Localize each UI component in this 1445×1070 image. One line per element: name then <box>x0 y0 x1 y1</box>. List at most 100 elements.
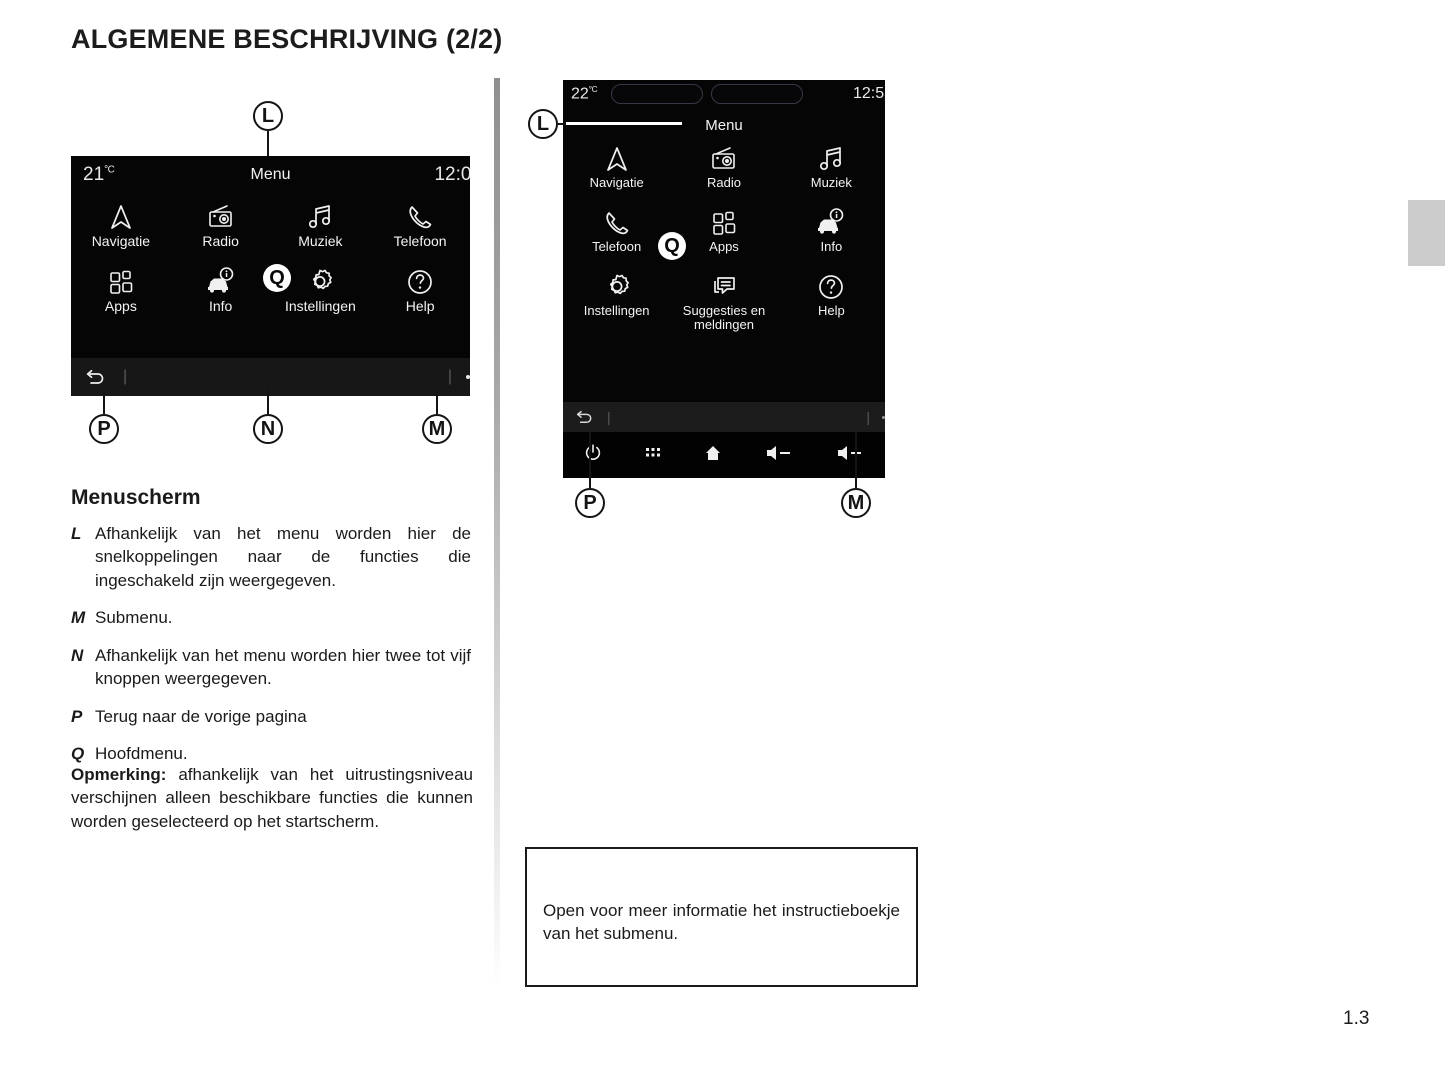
callout-p-screen2-leader <box>589 432 591 488</box>
apps-grid-icon <box>104 265 138 299</box>
note-box: Open voor meer informatie het instructie… <box>525 847 918 987</box>
status-widget-pill-2[interactable] <box>711 84 804 104</box>
menu-tile-navigatie[interactable]: Navigatie <box>563 142 670 190</box>
callout-p-screen1-leader <box>103 388 105 414</box>
phone-icon <box>600 206 634 240</box>
callout-l-screen1: L <box>253 101 283 131</box>
callout-q-screen1: Q <box>263 264 291 292</box>
question-help-icon <box>403 265 437 299</box>
screen2-soft-bar: | | <box>563 402 885 432</box>
car-info-icon <box>814 206 848 240</box>
legend-key: P <box>71 706 83 726</box>
legend-item-l: L Afhankelijk van het menu worden hier d… <box>71 522 471 592</box>
gear-icon <box>303 265 337 299</box>
legend-item-m: M Submenu. <box>71 606 471 629</box>
phone-icon <box>403 200 437 234</box>
infotainment-screen-2[interactable]: 22°C 12:55 Menu Navigatie Radio <box>563 80 885 478</box>
screen2-temperature: 22°C <box>571 84 598 103</box>
menu-tile-radio[interactable]: Radio <box>670 142 777 190</box>
remark-paragraph: Opmerking: afhankelijk van het uitrustin… <box>71 763 473 833</box>
menu-tile-label: Muziek <box>298 233 343 249</box>
note-box-text: Open voor meer informatie het instructie… <box>543 901 900 944</box>
menu-tile-info[interactable]: Info <box>171 265 271 314</box>
gear-icon <box>600 270 634 304</box>
callout-l-screen2-leader <box>566 122 682 125</box>
menu-tile-muziek[interactable]: Muziek <box>778 142 885 190</box>
apps-dots-icon[interactable] <box>644 444 662 467</box>
callout-l-screen1-leader <box>267 131 269 156</box>
menu-tile-apps[interactable]: Apps <box>71 265 171 314</box>
status-widget-pill-1[interactable] <box>611 84 704 104</box>
menu-tile-apps[interactable]: Apps <box>670 206 777 254</box>
more-dots-icon[interactable] <box>882 415 885 419</box>
legend-text: Afhankelijk van het menu worden hier de … <box>95 524 471 590</box>
legend-key: L <box>71 524 82 543</box>
menu-tile-label: Info <box>208 298 233 315</box>
menu-tile-suggesties-en-meldingen[interactable]: Suggesties en meldingen <box>670 270 777 332</box>
callout-m-screen2: M <box>841 488 871 518</box>
legend-text: Submenu. <box>95 608 173 628</box>
callout-m-screen2-leader <box>855 432 857 488</box>
menu-tile-label: Suggesties en meldingen <box>682 303 766 333</box>
menu-tile-radio[interactable]: Radio <box>171 200 271 249</box>
callout-p-screen1: P <box>89 414 119 444</box>
softbar-separator-right: | <box>447 368 452 385</box>
menu-tile-label: Apps <box>709 239 739 255</box>
volume-down-icon[interactable] <box>764 444 794 467</box>
menu-tile-label: Apps <box>104 298 137 315</box>
car-info-icon <box>204 265 238 299</box>
menu-tile-label: Help <box>405 298 435 315</box>
more-dots-icon[interactable] <box>466 375 470 379</box>
column-divider <box>494 78 500 990</box>
legend-list: L Afhankelijk van het menu worden hier d… <box>71 522 471 780</box>
suggestions-icon <box>707 270 741 304</box>
callout-m-screen1-leader <box>436 388 438 414</box>
home-icon[interactable] <box>703 443 723 468</box>
music-note-icon <box>814 142 848 176</box>
menu-tile-telefoon[interactable]: Telefoon <box>370 200 470 249</box>
screen2-title: Menu <box>705 117 743 134</box>
navigation-arrow-icon <box>104 200 138 234</box>
radio-icon <box>204 200 238 234</box>
menu-tile-navigatie[interactable]: Navigatie <box>71 200 171 249</box>
menu-tile-label: Instellingen <box>583 303 650 319</box>
menu-tile-telefoon[interactable]: Telefoon <box>563 206 670 254</box>
screen1-soft-bar: | | <box>71 358 470 396</box>
screen2-clock: 12:55 <box>852 85 885 102</box>
softbar-separator-right: | <box>866 409 870 425</box>
softbar-separator-left: | <box>123 368 128 385</box>
menu-tile-muziek[interactable]: Muziek <box>271 200 371 249</box>
page-title: ALGEMENE BESCHRIJVING (2/2) <box>71 24 503 54</box>
menu-tile-label: Info <box>820 239 843 255</box>
callout-n-screen1: N <box>253 414 283 444</box>
menu-tile-help[interactable]: Help <box>778 270 885 332</box>
softbar-separator-left: | <box>607 409 611 425</box>
section-heading: Menuscherm <box>71 486 201 509</box>
menu-tile-label: Instellingen <box>284 298 356 315</box>
menu-tile-label: Muziek <box>810 175 852 190</box>
menu-tile-label: Navigatie <box>589 175 644 190</box>
legend-text: Terug naar de vorige pagina <box>95 706 307 726</box>
page-number: 1.3 <box>1343 1008 1370 1029</box>
menu-tile-instellingen[interactable]: Instellingen <box>563 270 670 332</box>
screen2-status-bar: 22°C 12:55 <box>563 80 885 108</box>
menu-tile-info[interactable]: Info <box>778 206 885 254</box>
callout-l-screen2-leader-dark <box>558 123 566 125</box>
callout-p-screen2: P <box>575 488 605 518</box>
apps-grid-icon <box>707 206 741 240</box>
back-arrow-icon[interactable] <box>85 369 107 385</box>
power-icon[interactable] <box>583 443 603 468</box>
screen2-hardware-bar <box>563 432 885 478</box>
radio-icon <box>707 142 741 176</box>
back-arrow-icon[interactable] <box>575 410 595 424</box>
menu-tile-help[interactable]: Help <box>370 265 470 314</box>
legend-item-n: N Afhankelijk van het menu worden hier t… <box>71 644 471 691</box>
menu-tile-label: Telefoon <box>592 239 642 255</box>
legend-key: N <box>71 645 84 665</box>
screen1-title: Menu <box>250 166 291 183</box>
menu-tile-label: Radio <box>202 233 239 249</box>
callout-l-screen2: L <box>528 109 558 139</box>
menu-tile-label: Telefoon <box>393 233 447 249</box>
volume-up-icon[interactable] <box>835 444 865 467</box>
menu-tile-label: Navigatie <box>91 233 151 249</box>
